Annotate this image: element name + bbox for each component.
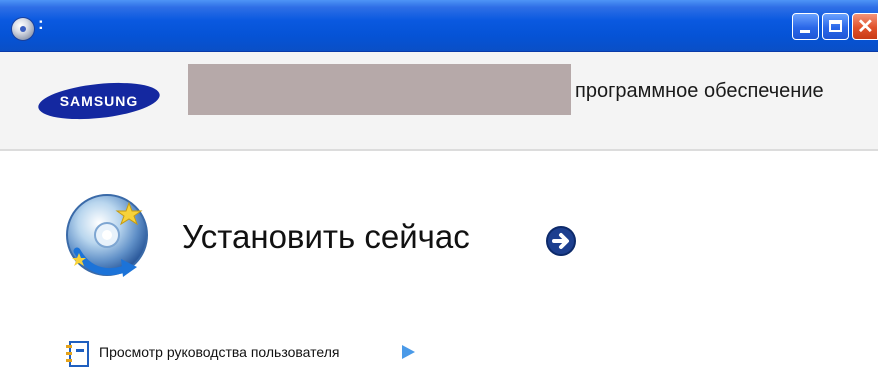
window-title: :: [38, 14, 44, 33]
notebook-icon[interactable]: [64, 340, 90, 368]
redacted-title-bar: [188, 64, 571, 115]
view-user-guide-link[interactable]: Просмотр руководства пользователя: [99, 344, 339, 360]
logo-text: SAMSUNG: [60, 93, 139, 109]
install-disc-icon[interactable]: [63, 193, 155, 285]
maximize-button[interactable]: [822, 13, 849, 40]
maximize-icon: [829, 20, 842, 32]
title-bar[interactable]: : ✕: [0, 0, 878, 52]
close-button[interactable]: ✕: [852, 13, 878, 40]
play-arrow-icon[interactable]: [400, 344, 416, 360]
install-now-label[interactable]: Установить сейчас: [182, 218, 470, 256]
samsung-logo: SAMSUNG: [38, 82, 160, 120]
minimize-button[interactable]: [792, 13, 819, 40]
header-band: SAMSUNG программное обеспечение: [0, 52, 878, 151]
app-disc-icon[interactable]: [12, 18, 34, 40]
header-subtitle: программное обеспечение: [575, 80, 824, 102]
minimize-icon: [800, 30, 810, 33]
arrow-right-circle-icon[interactable]: [545, 225, 577, 257]
close-icon: ✕: [857, 16, 874, 38]
